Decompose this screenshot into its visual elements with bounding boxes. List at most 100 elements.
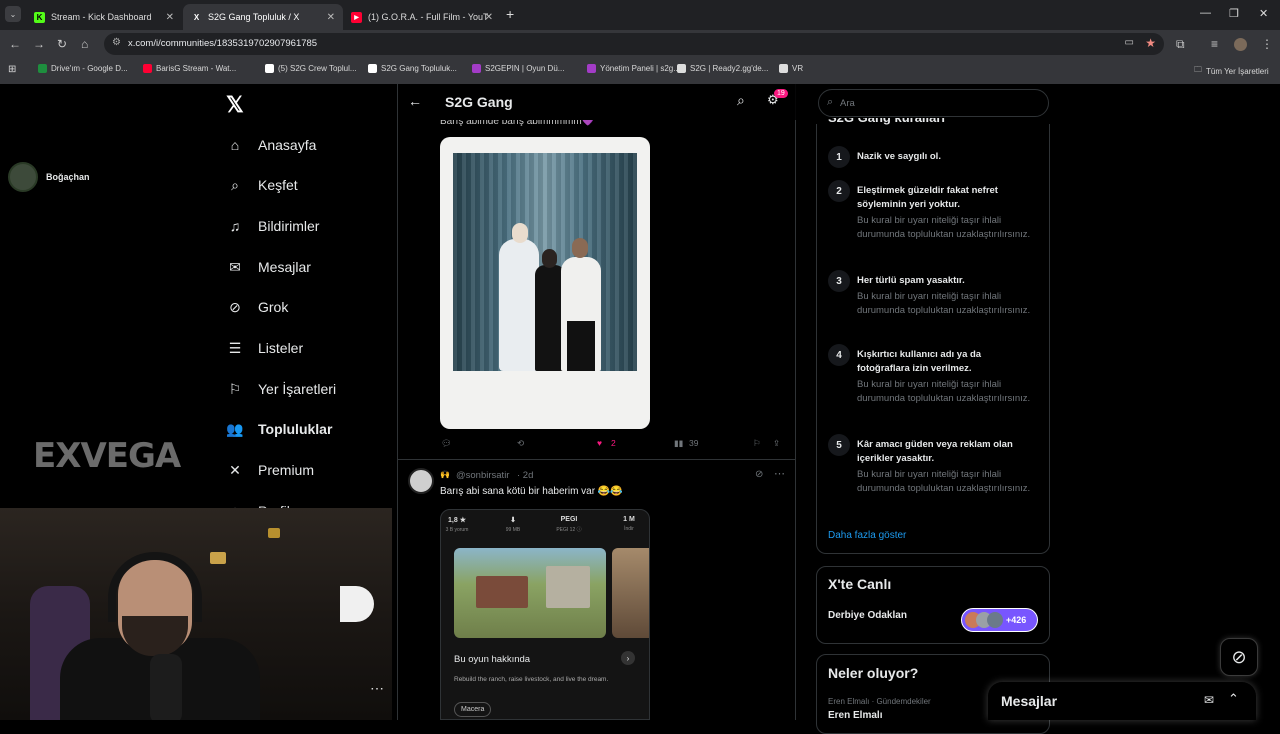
stream-overlay-viewer: Boğaçhan — [8, 162, 90, 192]
bookmark-icon[interactable]: ⚐ — [753, 438, 761, 449]
nav-item-5[interactable]: ☰ Listeler — [226, 339, 303, 357]
chrome-menu-icon[interactable]: ⋮ — [1261, 37, 1273, 51]
back-icon[interactable]: ← — [9, 37, 21, 51]
bookmark-star-icon[interactable]: ★ — [1145, 36, 1156, 50]
stat-label: 3 B yorum — [445, 527, 469, 533]
bookmark-item[interactable]: Drive'ım - Google D... — [38, 64, 128, 73]
grok-icon[interactable]: ⊘ — [755, 469, 763, 480]
bookmark-item[interactable]: S2G Gang Topluluk... — [368, 64, 457, 73]
webcam-overlay: ⋯ — [0, 508, 392, 720]
shelf-light — [210, 552, 226, 564]
show-more-link[interactable]: Daha fazla göster — [828, 530, 906, 541]
nav-label: Yer İşaretleri — [258, 381, 337, 397]
listener-count: +426 — [1006, 615, 1027, 625]
folder-icon: 🗀 — [1194, 65, 1202, 74]
mail-icon: ✉ — [229, 258, 241, 275]
close-tab-icon[interactable]: ✕ — [166, 12, 174, 23]
bookmark-item[interactable]: VR — [779, 64, 803, 73]
avatar[interactable] — [408, 468, 434, 494]
genre-tag[interactable]: Macera — [454, 702, 492, 717]
x-logo-icon[interactable]: 𝕏 — [226, 92, 244, 118]
bookmark-item[interactable]: S2GEPIN | Oyun Dü... — [472, 64, 564, 73]
media-controls-icon[interactable]: ≡ — [1211, 37, 1218, 51]
nav-item-7[interactable]: 👥 Topluluklar — [226, 420, 332, 438]
like-icon[interactable]: ♥ — [597, 438, 602, 448]
live-stream-name[interactable]: Derbiye Odaklan — [828, 610, 907, 621]
bookmark-favicon-icon — [143, 64, 152, 73]
minimize-icon[interactable]: — — [1200, 7, 1211, 19]
listeners-pill[interactable]: +426 — [961, 608, 1038, 632]
maximize-icon[interactable]: ❐ — [1229, 7, 1239, 20]
messages-drawer[interactable]: Mesajlar ✉ ⌃ — [988, 682, 1256, 720]
search-icon[interactable]: ⌕ — [737, 92, 745, 109]
browser-chrome: ⌄ K Stream - Kick Dashboard ✕ X S2G Gang… — [0, 0, 1280, 84]
nav-label: Grok — [258, 299, 289, 315]
drawer-title: Mesajlar — [1001, 693, 1058, 709]
views-icon[interactable]: ▮▮ — [674, 438, 683, 449]
nav-item-6[interactable]: ⚐ Yer İşaretleri — [226, 380, 336, 398]
tab-kick-dashboard[interactable]: K Stream - Kick Dashboard ✕ — [26, 4, 182, 30]
bookmark-label: Yönetim Paneli | s2g... — [600, 64, 680, 73]
bride-head — [512, 223, 528, 243]
stat-value: PEGI — [560, 516, 578, 523]
extensions-icon[interactable]: ⧉ — [1176, 37, 1185, 52]
bookmark-favicon-icon — [677, 64, 686, 73]
reload-icon[interactable]: ↻ — [57, 37, 67, 51]
forward-icon[interactable]: → — [33, 37, 45, 51]
nav-item-1[interactable]: ⌕ Keşfet — [226, 176, 298, 194]
nav-label: Bildirimler — [258, 218, 320, 234]
expand-chevron-icon[interactable]: ⌃ — [1228, 691, 1239, 707]
more-icon[interactable]: ⋯ — [370, 680, 384, 697]
bookmark-favicon-icon — [587, 64, 596, 73]
communities-icon: 👥 — [226, 420, 244, 437]
close-window-icon[interactable]: ✕ — [1259, 7, 1268, 20]
new-message-icon[interactable]: ✉ — [1204, 693, 1214, 707]
bookmarks-bar: ⊞ Drive'ım - Google D... BarisG Stream - … — [0, 58, 1280, 82]
store-screenshot[interactable]: 1,8 ★ 3 B yorum ⬇ 99 MB PEGI PEGI 12 ⓘ 1 M İndi… — [440, 509, 650, 720]
stat-label: İndir — [624, 526, 634, 532]
tab-youtube-gora[interactable]: ▶ (1) G.O.R.A. - Full Film - YouTub ✕ — [343, 4, 501, 30]
post-text: Barış abi sana kötü bir haberim var 😂😂 — [440, 486, 623, 497]
app-stat: 1 M İndir — [605, 516, 649, 532]
bookmark-label: S2GEPIN | Oyun Dü... — [485, 64, 565, 73]
post-image[interactable] — [440, 137, 650, 429]
reply-icon[interactable]: 💬︎ — [441, 438, 452, 449]
bookmark-item[interactable]: (5) S2G Crew Toplul... — [265, 64, 357, 73]
stat-value: 1,8 ★ — [448, 517, 466, 524]
trend-topic[interactable]: Eren Elmalı — [828, 710, 882, 721]
tab-search-button[interactable]: ⌄ — [5, 6, 21, 22]
nav-item-8[interactable]: ✕ Premium — [226, 461, 314, 479]
bride-figure — [499, 239, 539, 371]
new-tab-button[interactable]: + — [506, 6, 514, 22]
back-arrow-icon[interactable]: ← — [408, 93, 422, 109]
bookmark-item[interactable]: S2G | Ready2.gg'de... — [677, 64, 768, 73]
profile-avatar[interactable] — [1234, 38, 1247, 51]
youtube-icon: ▶ — [351, 11, 362, 23]
all-bookmarks-folder[interactable]: 🗀 Tüm Yer İşaretleri — [1194, 64, 1269, 78]
share-icon[interactable]: ⇪ — [773, 438, 780, 449]
repost-icon[interactable]: ⟲ — [517, 438, 524, 449]
tab-s2g-gang[interactable]: X S2G Gang Topluluk / X ✕ — [183, 4, 343, 30]
apps-icon[interactable]: ⊞ — [8, 64, 16, 75]
nav-item-0[interactable]: ⌂ Anasayfa — [226, 136, 317, 154]
address-bar[interactable]: ⚙ x.com/i/communities/183531970290796178… — [104, 33, 1164, 55]
stat-label: PEGI 12 ⓘ — [556, 527, 582, 533]
more-icon[interactable]: ⋯ — [774, 467, 785, 480]
stat-label: 99 MB — [505, 527, 521, 533]
install-app-icon[interactable]: ▭ — [1125, 37, 1134, 48]
bookmark-label: S2G | Ready2.gg'de... — [690, 64, 769, 73]
home-button-icon[interactable]: ⌂ — [81, 37, 88, 51]
post-actions: 💬︎ ⟲ ♥ 2 ▮▮ 39 ⚐ ⇪ — [441, 438, 786, 452]
nav-item-2[interactable]: ♫ Bildirimler — [226, 217, 320, 235]
nav-item-4[interactable]: ⊘ Grok — [226, 298, 288, 316]
bookmark-item[interactable]: BarisG Stream - Wat... — [143, 64, 236, 73]
nav-item-3[interactable]: ✉ Mesajlar — [226, 258, 311, 276]
site-info-icon[interactable]: ⚙ — [112, 37, 121, 48]
close-tab-icon[interactable]: ✕ — [485, 12, 493, 23]
author-handle[interactable]: @sonbirsatir — [456, 470, 509, 481]
bookmark-item[interactable]: Yönetim Paneli | s2g... — [587, 64, 680, 73]
search-box[interactable]: ⌕ Ara — [818, 89, 1049, 117]
grok-floating-button[interactable]: ⊘ — [1220, 638, 1258, 676]
chevron-right-icon[interactable]: › — [621, 651, 635, 665]
close-tab-icon[interactable]: ✕ — [327, 12, 335, 23]
